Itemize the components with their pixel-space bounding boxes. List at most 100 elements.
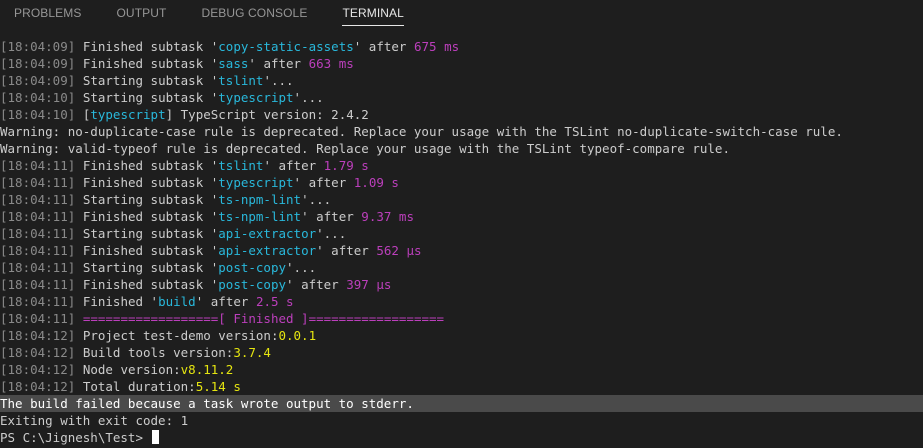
timestamp-bracket: [ bbox=[0, 158, 8, 173]
timestamp: 18:04:12 bbox=[7, 328, 68, 343]
line-text: '... bbox=[316, 226, 347, 241]
timestamp-bracket: ] bbox=[67, 90, 83, 105]
timestamp: 18:04:12 bbox=[7, 379, 68, 394]
task-name: post-copy bbox=[218, 277, 287, 292]
task-name: api-extractor bbox=[218, 243, 317, 258]
tab-debug-console[interactable]: DEBUG CONSOLE bbox=[201, 0, 307, 30]
task-name: tslint bbox=[218, 158, 264, 173]
line-text: Node version: bbox=[82, 362, 181, 377]
line-text: Starting subtask ' bbox=[82, 260, 219, 275]
task-name: ts-npm-lint bbox=[218, 209, 302, 224]
line-text: ' after bbox=[286, 277, 347, 292]
terminal-line: [18:04:11] Finished subtask 'tslint' aft… bbox=[0, 157, 923, 174]
line-text: ] TypeScript version: 2.4.2 bbox=[165, 107, 369, 122]
timestamp: 18:04:11 bbox=[7, 209, 68, 224]
timestamp-bracket: [ bbox=[0, 90, 8, 105]
task-name: ts-npm-lint bbox=[218, 192, 302, 207]
terminal-line: [18:04:12] Total duration:5.14 s bbox=[0, 378, 923, 395]
terminal-line: [18:04:11] Starting subtask 'api-extract… bbox=[0, 225, 923, 242]
terminal-line: Warning: no-duplicate-case rule is depre… bbox=[0, 123, 923, 140]
line-text: ' after bbox=[248, 56, 309, 71]
timestamp: 18:04:11 bbox=[7, 277, 68, 292]
timestamp-bracket: ] bbox=[67, 107, 83, 122]
line-text: '... bbox=[293, 90, 324, 105]
timestamp-bracket: ] bbox=[67, 73, 83, 88]
terminal-line: [18:04:11] Finished subtask 'post-copy' … bbox=[0, 276, 923, 293]
task-duration: 675 ms bbox=[413, 39, 460, 54]
terminal-error-line: The build failed because a task wrote ou… bbox=[0, 395, 923, 412]
line-text: Finished subtask ' bbox=[82, 175, 219, 190]
timestamp-bracket: ] bbox=[67, 345, 83, 360]
terminal-panel: PROBLEMS OUTPUT DEBUG CONSOLE TERMINAL [… bbox=[0, 0, 923, 448]
version-value: 3.7.4 bbox=[233, 345, 271, 360]
task-duration: 663 ms bbox=[308, 56, 354, 71]
tab-problems[interactable]: PROBLEMS bbox=[14, 0, 82, 30]
timestamp-bracket: ] bbox=[67, 226, 83, 241]
terminal-line: [18:04:12] Build tools version:3.7.4 bbox=[0, 344, 923, 361]
version-value: v8.11.2 bbox=[180, 362, 234, 377]
timestamp-bracket: [ bbox=[0, 192, 8, 207]
timestamp-bracket: [ bbox=[0, 345, 8, 360]
timestamp: 18:04:11 bbox=[7, 294, 68, 309]
timestamp-bracket: [ bbox=[0, 209, 8, 224]
tab-terminal[interactable]: TERMINAL bbox=[342, 0, 404, 26]
terminal-line: [18:04:11] Starting subtask 'post-copy'.… bbox=[0, 259, 923, 276]
terminal-output[interactable]: [18:04:09] Finished subtask 'copy-static… bbox=[0, 38, 923, 446]
line-text: Starting subtask ' bbox=[82, 73, 219, 88]
terminal-line: [18:04:11] Finished subtask 'ts-npm-lint… bbox=[0, 208, 923, 225]
task-name: build bbox=[158, 294, 196, 309]
timestamp-bracket: ] bbox=[67, 158, 83, 173]
panel-tab-bar: PROBLEMS OUTPUT DEBUG CONSOLE TERMINAL bbox=[0, 0, 923, 30]
timestamp-bracket: [ bbox=[0, 379, 8, 394]
terminal-line: [18:04:09] Starting subtask 'tslint'... bbox=[0, 72, 923, 89]
timestamp: 18:04:11 bbox=[7, 192, 68, 207]
task-name: copy-static-assets bbox=[218, 39, 354, 54]
line-text: Warning: no-duplicate-case rule is depre… bbox=[0, 124, 843, 139]
timestamp-bracket: ] bbox=[67, 39, 83, 54]
terminal-line: [18:04:11] Starting subtask 'ts-npm-lint… bbox=[0, 191, 923, 208]
line-text: ' after bbox=[293, 175, 354, 190]
timestamp-bracket: ] bbox=[67, 362, 83, 377]
timestamp-bracket: ] bbox=[67, 175, 83, 190]
line-text: '... bbox=[286, 260, 317, 275]
timestamp-bracket: ] bbox=[67, 277, 83, 292]
timestamp-bracket: [ bbox=[0, 243, 8, 258]
timestamp-bracket: ] bbox=[67, 56, 83, 71]
task-duration: 1.79 s bbox=[323, 158, 369, 173]
timestamp-bracket: [ bbox=[0, 175, 8, 190]
line-text: Starting subtask ' bbox=[82, 90, 219, 105]
terminal-prompt: PS C:\Jignesh\Test> bbox=[0, 430, 151, 445]
task-duration: 9.37 ms bbox=[361, 209, 414, 224]
task-name: typescript bbox=[218, 90, 294, 105]
terminal-prompt-line[interactable]: PS C:\Jignesh\Test> bbox=[0, 429, 923, 446]
task-duration: 397 µs bbox=[346, 277, 392, 292]
timestamp-bracket: ] bbox=[67, 311, 83, 326]
timestamp: 18:04:11 bbox=[7, 158, 68, 173]
task-name: tslint bbox=[218, 73, 264, 88]
line-text: Warning: valid-typeof rule is deprecated… bbox=[0, 141, 730, 156]
task-name: typescript bbox=[90, 107, 166, 122]
timestamp-bracket: [ bbox=[0, 328, 8, 343]
timestamp: 18:04:11 bbox=[7, 175, 68, 190]
terminal-line: [18:04:11] Finished subtask 'api-extract… bbox=[0, 242, 923, 259]
task-name: api-extractor bbox=[218, 226, 317, 241]
task-duration: 1.09 s bbox=[353, 175, 399, 190]
timestamp-bracket: ] bbox=[67, 294, 83, 309]
tab-output[interactable]: OUTPUT bbox=[117, 0, 167, 30]
terminal-cursor bbox=[151, 430, 159, 444]
version-value: 5.14 s bbox=[195, 379, 241, 394]
line-text: ' after bbox=[301, 209, 362, 224]
timestamp: 18:04:11 bbox=[7, 260, 68, 275]
finished-banner: ==================[ Finished ]==========… bbox=[82, 311, 445, 326]
timestamp-bracket: [ bbox=[0, 260, 8, 275]
timestamp: 18:04:10 bbox=[7, 90, 68, 105]
line-text: Finished subtask ' bbox=[82, 39, 219, 54]
line-text: Finished subtask ' bbox=[82, 277, 219, 292]
timestamp: 18:04:09 bbox=[7, 73, 68, 88]
line-text: Starting subtask ' bbox=[82, 226, 219, 241]
timestamp-bracket: [ bbox=[0, 294, 8, 309]
timestamp-bracket: [ bbox=[0, 226, 8, 241]
timestamp-bracket: [ bbox=[0, 56, 8, 71]
line-text: Exiting with exit code: 1 bbox=[0, 413, 189, 428]
terminal-line: Exiting with exit code: 1 bbox=[0, 412, 923, 429]
